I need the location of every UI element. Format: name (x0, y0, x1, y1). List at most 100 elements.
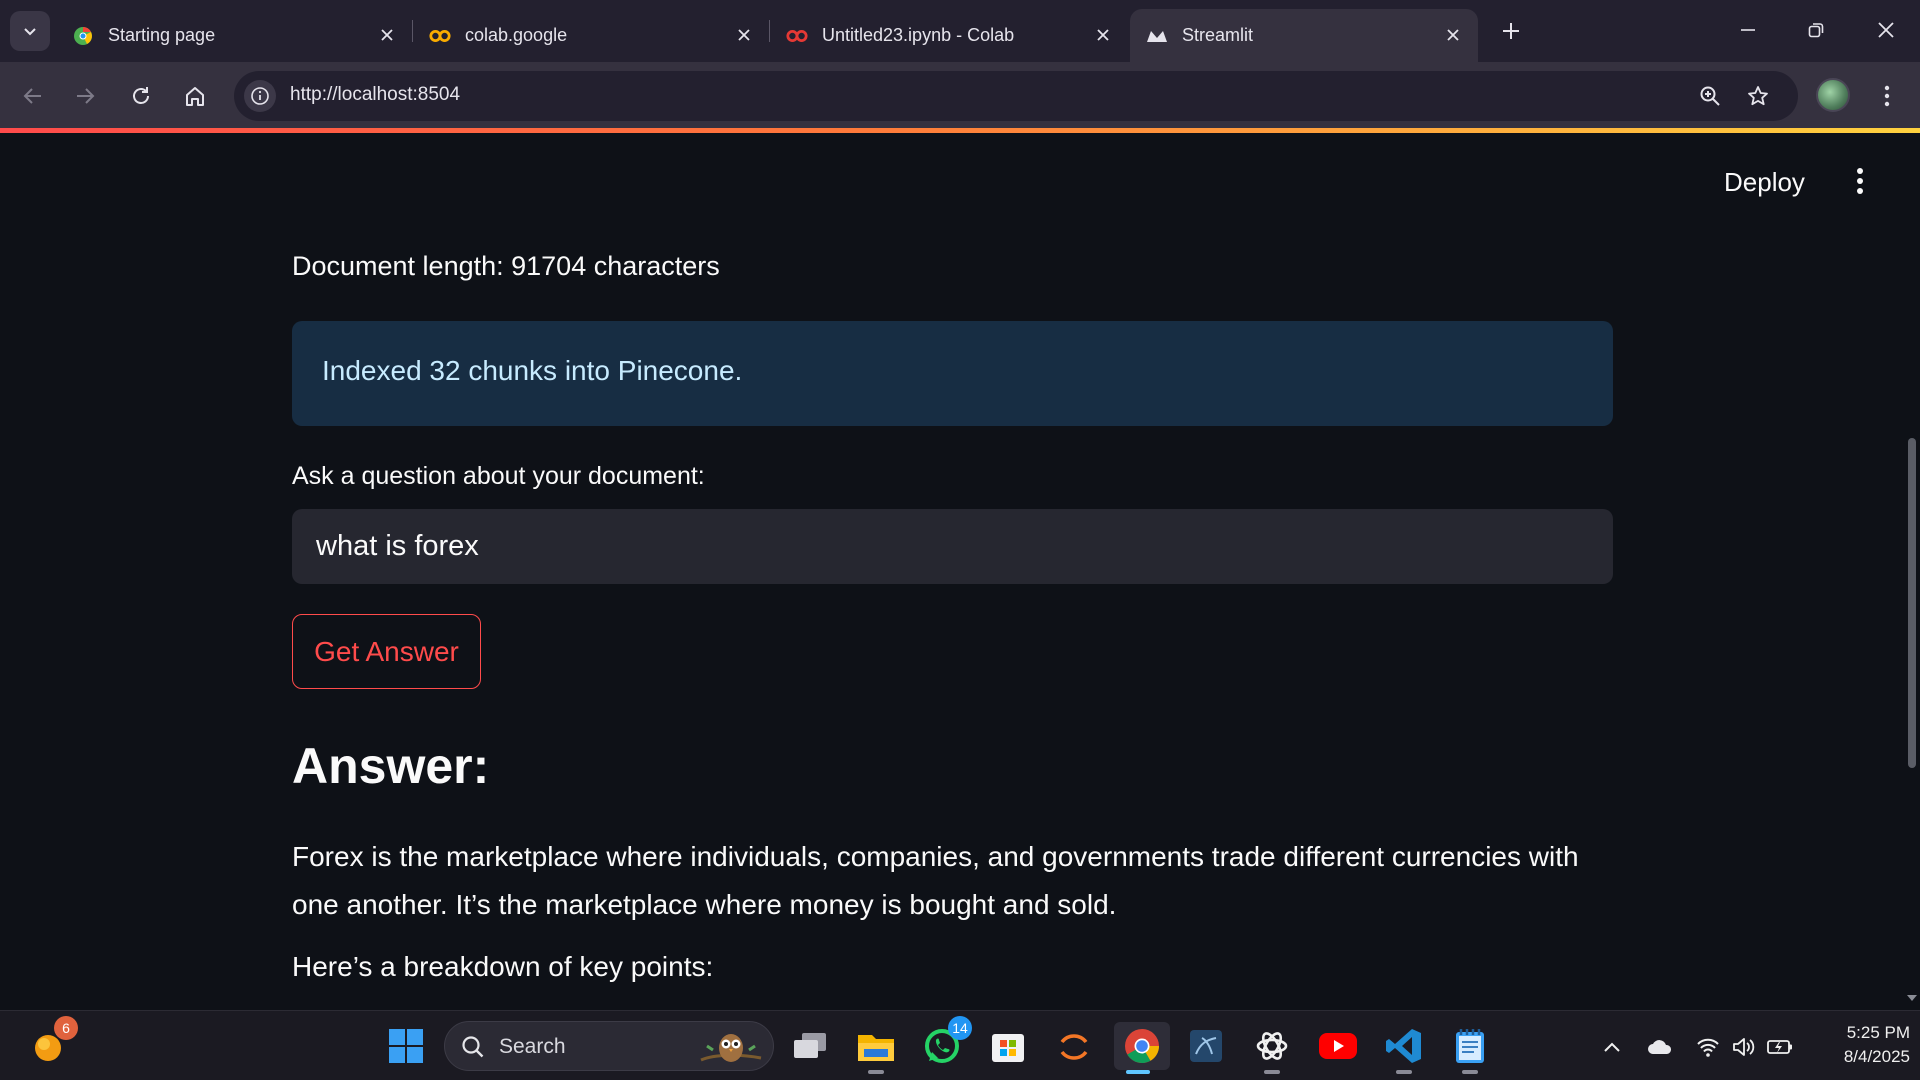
back-button[interactable] (14, 77, 52, 115)
colab-icon (786, 25, 808, 47)
notepad-icon (1456, 1029, 1484, 1063)
running-indicator (868, 1070, 884, 1074)
zoom-in-icon (1700, 86, 1720, 106)
volume-button[interactable] (1730, 1033, 1758, 1061)
vscode-icon (1386, 1029, 1421, 1063)
running-indicator (1462, 1070, 1478, 1074)
close-icon (1878, 22, 1894, 38)
close-icon[interactable] (1442, 24, 1464, 46)
task-view-button[interactable] (786, 1022, 834, 1070)
battery-button[interactable] (1766, 1033, 1794, 1061)
file-explorer-button[interactable] (852, 1022, 900, 1074)
onedrive-button[interactable] (1646, 1033, 1674, 1061)
scroll-down-icon[interactable] (1906, 993, 1918, 1003)
database-icon (1190, 1030, 1222, 1062)
tab-untitled-colab[interactable]: Untitled23.ipynb - Colab (770, 9, 1128, 62)
arrow-left-icon (23, 88, 41, 104)
jupyter-button[interactable] (1050, 1022, 1098, 1070)
answer-heading: Answer: (292, 738, 490, 794)
clock-date: 8/4/2025 (1843, 1047, 1910, 1066)
zoom-button[interactable] (1694, 80, 1726, 112)
browser-toolbar: http://localhost:8504 (0, 62, 1920, 130)
running-indicator (1264, 1070, 1280, 1074)
windows-icon (389, 1029, 423, 1063)
streamlit-icon (1146, 25, 1168, 47)
widgets-button[interactable]: 6 (24, 1016, 78, 1070)
chrome-icon (1125, 1029, 1159, 1063)
info-alert-text: Indexed 32 chunks into Pinecone. (322, 355, 743, 386)
home-button[interactable] (176, 77, 214, 115)
mysql-workbench-button[interactable] (1182, 1022, 1230, 1070)
tab-starting-page[interactable]: Starting page (56, 9, 412, 62)
task-view-icon (794, 1033, 826, 1058)
chevron-up-icon (1604, 1042, 1620, 1052)
youtube-button[interactable] (1314, 1022, 1362, 1070)
forward-button[interactable] (66, 77, 104, 115)
search-placeholder: Search (499, 1035, 566, 1058)
question-label: Ask a question about your document: (292, 462, 705, 490)
deploy-button[interactable]: Deploy (1724, 167, 1805, 198)
answer-paragraph: Forex is the marketplace where individua… (292, 841, 1579, 920)
speaker-icon (1733, 1038, 1755, 1056)
tab-title: Starting page (108, 25, 216, 45)
active-indicator (1126, 1070, 1150, 1074)
minimize-icon (1741, 29, 1755, 31)
reload-icon (133, 87, 149, 104)
profile-avatar[interactable] (1816, 78, 1850, 112)
show-hidden-icons-button[interactable] (1598, 1033, 1626, 1061)
question-input[interactable] (292, 509, 1613, 584)
tab-title: colab.google (465, 25, 568, 45)
bookmark-button[interactable] (1742, 80, 1774, 112)
chrome-button[interactable] (1114, 1022, 1170, 1074)
taskbar-search[interactable]: Search (444, 1021, 774, 1071)
folder-icon (858, 1035, 894, 1061)
more-vertical-icon (1884, 85, 1890, 107)
more-vertical-icon (1857, 168, 1863, 194)
get-answer-button[interactable]: Get Answer (292, 614, 481, 689)
browser-menu-button[interactable] (1872, 78, 1902, 114)
whatsapp-button[interactable]: 14 (918, 1016, 972, 1070)
close-icon[interactable] (733, 24, 755, 46)
running-indicator (1396, 1070, 1412, 1074)
chatgpt-icon (1256, 1032, 1288, 1060)
close-icon[interactable] (1092, 24, 1114, 46)
start-button[interactable] (382, 1022, 430, 1070)
tab-title: Streamlit (1182, 25, 1254, 45)
restore-button[interactable] (1796, 12, 1836, 48)
tab-colab-google[interactable]: colab.google (413, 9, 769, 62)
chevron-down-icon (24, 28, 36, 36)
notepad-button[interactable] (1446, 1022, 1494, 1074)
tab-search-button[interactable] (10, 11, 50, 51)
close-icon[interactable] (376, 24, 398, 46)
chatgpt-button[interactable] (1248, 1022, 1296, 1074)
widgets-badge: 6 (54, 1016, 78, 1040)
page-scrollbar[interactable] (1908, 438, 1916, 768)
windows-taskbar: 6 Search 14 5:25 PM 8/4/2025 (0, 1010, 1920, 1080)
answer-followup: Here’s a breakdown of key points: (292, 951, 714, 982)
minimize-button[interactable] (1728, 12, 1768, 48)
app-menu-button[interactable] (1848, 163, 1872, 199)
wifi-button[interactable] (1694, 1033, 1722, 1061)
address-bar[interactable]: http://localhost:8504 (234, 71, 1798, 121)
star-icon (1748, 86, 1768, 106)
system-clock[interactable]: 5:25 PM 8/4/2025 (1810, 1021, 1910, 1069)
tab-streamlit[interactable]: Streamlit (1130, 9, 1478, 62)
home-icon (186, 87, 204, 106)
reload-button[interactable] (122, 77, 160, 115)
close-window-button[interactable] (1866, 12, 1906, 48)
plus-icon (1503, 23, 1519, 39)
ms-store-button[interactable] (984, 1022, 1032, 1070)
clock-time: 5:25 PM (1846, 1023, 1910, 1042)
url-text[interactable]: http://localhost:8504 (290, 84, 460, 106)
new-tab-button[interactable] (1494, 14, 1528, 48)
whatsapp-badge: 14 (948, 1016, 972, 1040)
arrow-right-icon (77, 88, 95, 104)
site-info-button[interactable] (244, 80, 276, 112)
document-length-text: Document length: 91704 characters (292, 251, 720, 281)
battery-charging-icon (1767, 1040, 1792, 1054)
store-icon (992, 1034, 1024, 1062)
vscode-button[interactable] (1380, 1022, 1428, 1074)
restore-icon (1808, 23, 1824, 38)
tab-bar: Starting page colab.google Untitled23.ip… (0, 0, 1920, 62)
owl-icon (700, 1034, 762, 1062)
